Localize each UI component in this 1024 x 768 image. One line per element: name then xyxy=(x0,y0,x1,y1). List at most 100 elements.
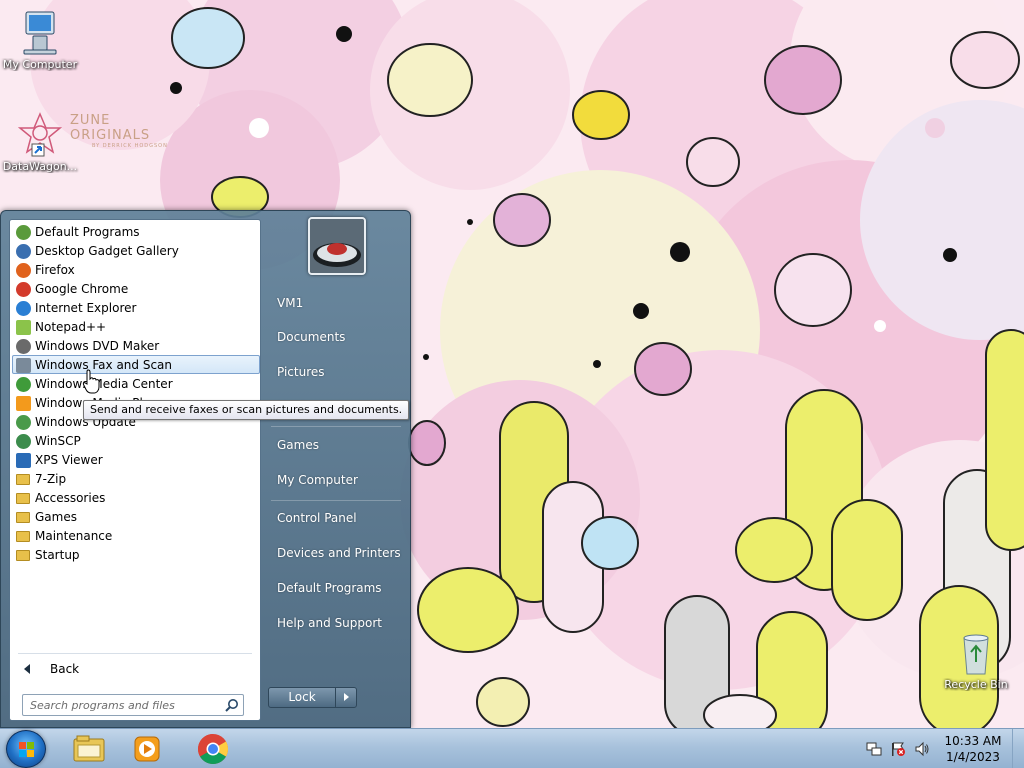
media-player-icon xyxy=(16,396,31,411)
user-avatar-image xyxy=(310,219,364,273)
gadget-gallery-icon xyxy=(16,244,31,259)
notepad-plus-plus-icon xyxy=(16,320,31,335)
system-clock[interactable]: 10:33 AM 1/4/2023 xyxy=(940,733,1006,765)
tooltip: Send and receive faxes or scan pictures … xyxy=(83,400,410,420)
zune-logo-subtext: BY DERRICK HODGSON xyxy=(92,143,168,149)
start-right-my-computer[interactable]: My Computer xyxy=(267,466,405,494)
start-program-item[interactable]: WinSCP xyxy=(12,431,260,450)
start-button[interactable] xyxy=(6,730,46,768)
desktop-icon-my-computer[interactable]: My Computer xyxy=(0,8,80,71)
start-program-item[interactable]: Windows DVD Maker xyxy=(12,336,260,355)
start-program-item[interactable]: Default Programs xyxy=(12,222,260,241)
volume-icon[interactable] xyxy=(914,741,930,757)
taskbar-chrome-button[interactable] xyxy=(190,731,236,767)
firefox-icon xyxy=(16,263,31,278)
right-pane-separator xyxy=(271,426,401,427)
clock-time: 10:33 AM xyxy=(944,734,1002,748)
back-button[interactable]: Back xyxy=(14,658,258,680)
media-center-icon xyxy=(16,377,31,392)
default-programs-icon xyxy=(16,225,31,240)
start-program-item[interactable]: Notepad++ xyxy=(12,317,260,336)
start-program-item[interactable]: Games xyxy=(12,507,260,526)
chrome-icon xyxy=(197,734,229,765)
taskbar: 10:33 AM 1/4/2023 xyxy=(0,728,1024,768)
start-program-item[interactable]: Startup xyxy=(12,545,260,564)
start-right-user[interactable]: VM1 xyxy=(267,289,405,317)
winscp-icon xyxy=(16,434,31,449)
program-label: Startup xyxy=(35,548,80,562)
start-program-item[interactable]: Firefox xyxy=(12,260,260,279)
clock-date: 1/4/2023 xyxy=(946,750,1000,764)
program-label: Google Chrome xyxy=(35,282,129,296)
program-label: 7-Zip xyxy=(35,472,67,486)
start-program-item[interactable]: Internet Explorer xyxy=(12,298,260,317)
program-label: Firefox xyxy=(35,263,75,277)
taskbar-explorer-button[interactable] xyxy=(66,731,112,767)
zune-originals-logo: ZUNE ORIGINALS BY DERRICK HODGSON xyxy=(70,113,190,149)
desktop-icon-label: DataWagon... xyxy=(2,160,78,173)
program-label: Games xyxy=(35,510,77,524)
action-center-flag-icon[interactable] xyxy=(890,741,906,757)
folder-icon xyxy=(16,474,30,485)
folder-icon xyxy=(16,493,30,504)
start-search-box[interactable] xyxy=(22,694,244,716)
desktop-icon-datawagon[interactable]: DataWagon... xyxy=(0,112,80,173)
program-label: Maintenance xyxy=(35,529,113,543)
fax-scan-icon xyxy=(16,358,31,373)
program-label: Windows DVD Maker xyxy=(35,339,160,353)
program-label: Windows Fax and Scan xyxy=(35,358,173,372)
program-label: Accessories xyxy=(35,491,106,505)
back-arrow-icon xyxy=(24,664,30,674)
start-right-help-support[interactable]: Help and Support xyxy=(267,609,405,637)
start-program-item[interactable]: Accessories xyxy=(12,488,260,507)
start-program-item[interactable]: Google Chrome xyxy=(12,279,260,298)
search-input[interactable] xyxy=(23,695,219,715)
program-label: Notepad++ xyxy=(35,320,107,334)
program-label: Internet Explorer xyxy=(35,301,137,315)
xps-viewer-icon xyxy=(16,453,31,468)
start-program-item[interactable]: Windows Fax and Scan xyxy=(12,355,260,374)
chrome-icon xyxy=(16,282,31,297)
right-pane-separator xyxy=(271,500,401,501)
start-program-item[interactable]: Desktop Gadget Gallery xyxy=(12,241,260,260)
start-program-item[interactable]: 7-Zip xyxy=(12,469,260,488)
media-player-icon xyxy=(134,736,160,762)
recycle-bin-icon xyxy=(963,634,989,675)
program-label: XPS Viewer xyxy=(35,453,103,467)
computer-icon xyxy=(23,11,57,55)
start-right-documents[interactable]: Documents xyxy=(267,323,405,351)
program-list: Default Programs Desktop Gadget Gallery Fi… xyxy=(12,222,260,564)
chevron-right-icon xyxy=(344,693,349,701)
search-icon[interactable] xyxy=(224,698,239,713)
start-right-default-programs[interactable]: Default Programs xyxy=(267,574,405,602)
internet-explorer-icon xyxy=(16,301,31,316)
network-icon[interactable] xyxy=(866,741,882,757)
lock-button[interactable]: Lock xyxy=(268,687,336,708)
datawagon-icon xyxy=(18,112,62,157)
shutdown-options-button[interactable] xyxy=(335,687,357,708)
show-desktop-button[interactable] xyxy=(1012,729,1024,768)
back-separator xyxy=(18,653,252,654)
folder-icon xyxy=(16,550,30,561)
start-program-item[interactable]: Windows Media Center xyxy=(12,374,260,393)
start-right-control-panel[interactable]: Control Panel xyxy=(267,504,405,532)
program-label: Default Programs xyxy=(35,225,140,239)
windows-logo-icon xyxy=(19,742,34,757)
taskbar-media-player-button[interactable] xyxy=(124,731,170,767)
windows-update-icon xyxy=(16,415,31,430)
start-right-devices-printers[interactable]: Devices and Printers xyxy=(267,539,405,567)
desktop-icon-recycle-bin[interactable]: Recycle Bin xyxy=(936,632,1016,691)
program-label: WinSCP xyxy=(35,434,81,448)
folder-icon xyxy=(16,531,30,542)
start-program-item[interactable]: XPS Viewer xyxy=(12,450,260,469)
start-program-item[interactable]: Maintenance xyxy=(12,526,260,545)
dvd-maker-icon xyxy=(16,339,31,354)
start-right-pictures[interactable]: Pictures xyxy=(267,358,405,386)
zune-logo-text: ZUNE ORIGINALS xyxy=(70,113,151,143)
start-right-games[interactable]: Games xyxy=(267,431,405,459)
start-menu: Default Programs Desktop Gadget Gallery Fi… xyxy=(0,210,411,728)
back-label: Back xyxy=(50,662,80,676)
start-menu-program-pane: Default Programs Desktop Gadget Gallery Fi… xyxy=(9,219,261,721)
user-account-picture[interactable] xyxy=(308,217,366,275)
program-label: Windows Media Center xyxy=(35,377,173,391)
